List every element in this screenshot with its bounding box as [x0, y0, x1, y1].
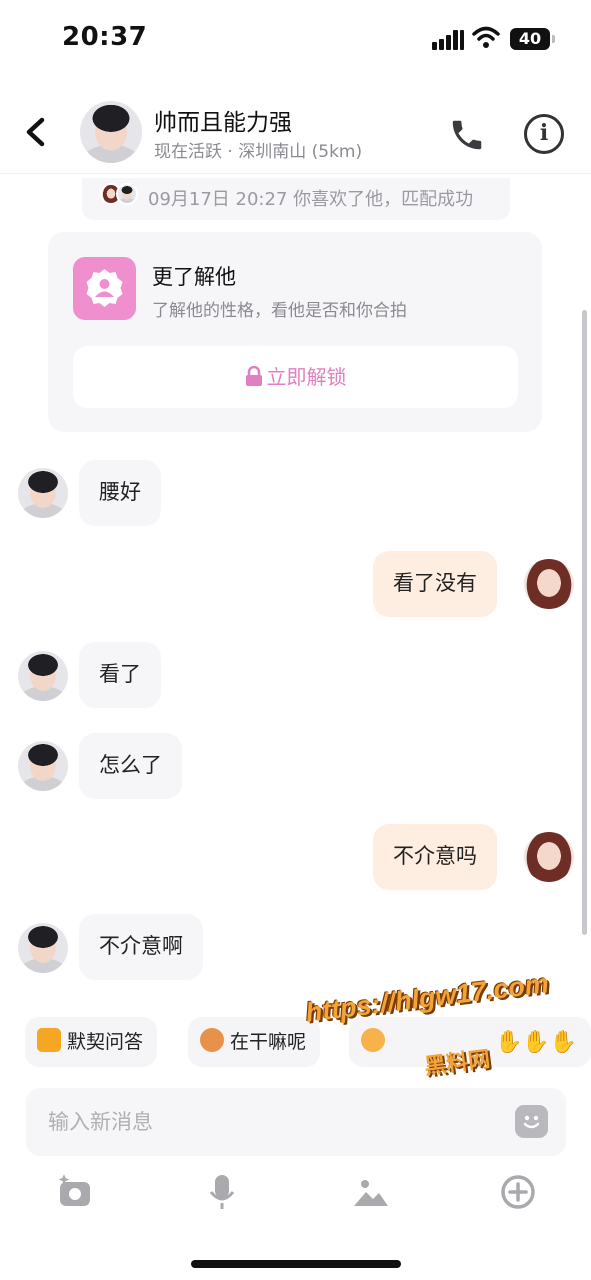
- add-more-icon[interactable]: [498, 1172, 538, 1212]
- my-avatar[interactable]: [524, 832, 574, 882]
- contact-status: 现在活跃 · 深圳南山 (5km): [154, 142, 363, 162]
- message-outgoing[interactable]: 看了没有: [373, 551, 497, 617]
- wifi-icon: [472, 26, 500, 48]
- hug-emojis-icon: ✋✋✋: [495, 1030, 578, 1055]
- phone-icon[interactable]: [448, 116, 486, 154]
- my-avatar[interactable]: [524, 559, 574, 609]
- unlock-label: 立即解锁: [266, 365, 347, 389]
- contact-avatar[interactable]: [18, 741, 68, 791]
- quick-reply-whatsup[interactable]: 在干嘛呢: [188, 1017, 321, 1067]
- hug-emoji-icon: [361, 1028, 385, 1052]
- unlock-button[interactable]: 立即解锁: [73, 346, 518, 408]
- contact-mini-avatar: [116, 183, 138, 205]
- scrollbar[interactable]: [582, 310, 587, 935]
- status-time: 20:37: [62, 22, 148, 52]
- quick-reply-quiz[interactable]: 默契问答: [25, 1017, 158, 1067]
- message-outgoing[interactable]: 不介意吗: [373, 824, 497, 890]
- badge-person-icon: [73, 257, 136, 320]
- contact-avatar[interactable]: [18, 468, 68, 518]
- camera-sparkle-icon[interactable]: [55, 1172, 95, 1212]
- message-incoming[interactable]: 不介意啊: [79, 914, 203, 980]
- contact-avatar[interactable]: [18, 651, 68, 701]
- message-incoming[interactable]: 看了: [79, 642, 161, 708]
- card-description: 了解他的性格，看他是否和你合拍: [152, 301, 407, 321]
- microphone-icon[interactable]: [202, 1172, 242, 1212]
- contact-avatar[interactable]: [18, 923, 68, 973]
- home-indicator[interactable]: [191, 1260, 401, 1268]
- message-incoming[interactable]: 腰好: [79, 460, 161, 526]
- message-incoming[interactable]: 怎么了: [79, 733, 182, 799]
- pencil-note-icon: [37, 1028, 61, 1052]
- match-text: 09月17日 20:27 你喜欢了他，匹配成功: [148, 189, 474, 210]
- bear-emoji-icon: [200, 1028, 224, 1052]
- battery-icon: 40: [510, 28, 555, 50]
- cellular-signal-icon: [432, 30, 464, 50]
- image-gallery-icon[interactable]: [351, 1172, 391, 1212]
- contact-name[interactable]: 帅而且能力强: [154, 103, 292, 137]
- watermark-brand: 黑料网: [422, 1046, 492, 1079]
- back-arrow-icon[interactable]: [20, 112, 50, 152]
- contact-avatar[interactable]: [80, 101, 142, 163]
- card-title: 更了解他: [152, 265, 236, 289]
- emoji-face-icon[interactable]: [515, 1105, 548, 1138]
- lock-icon: [245, 365, 262, 386]
- message-input[interactable]: [26, 1088, 566, 1156]
- info-icon[interactable]: i: [524, 114, 564, 154]
